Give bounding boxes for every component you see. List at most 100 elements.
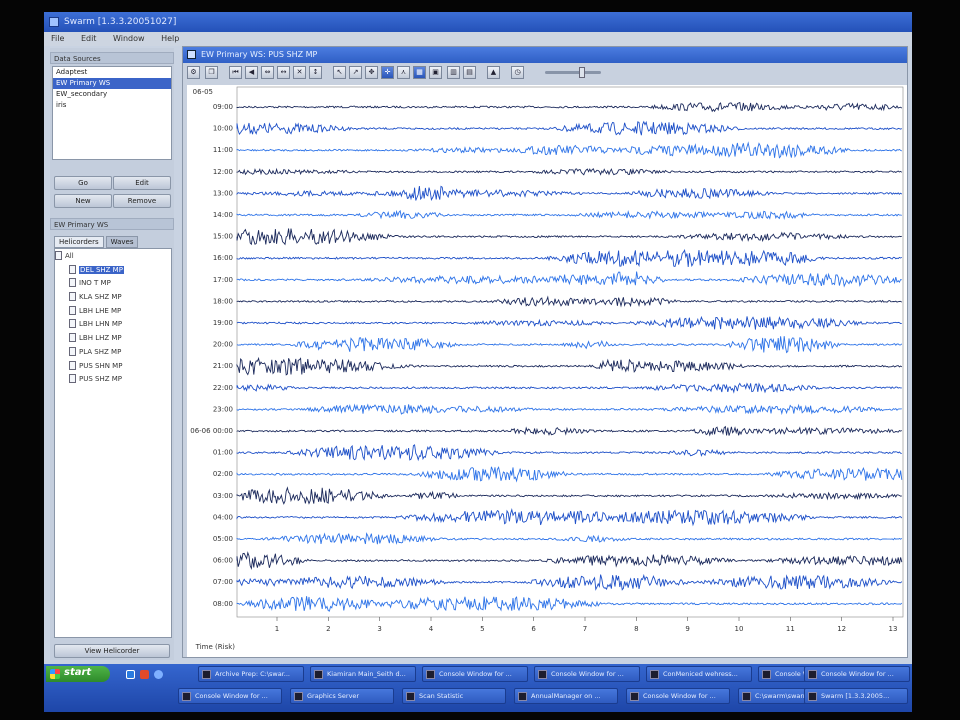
copy-icon[interactable]: ❐: [205, 66, 218, 79]
file-icon: [69, 278, 76, 288]
menu-window[interactable]: Window: [106, 32, 152, 43]
pick-tool-icon[interactable]: ✛: [381, 66, 394, 79]
console-icon: [518, 692, 527, 701]
taskbar-task[interactable]: Scan Statistic: [402, 688, 506, 704]
seismic-trace: [236, 336, 903, 354]
console-icon: [426, 670, 435, 679]
tab-waves[interactable]: Waves: [105, 236, 139, 248]
new-button[interactable]: New: [54, 194, 112, 208]
tree-item[interactable]: PLA SHZ MP: [55, 345, 171, 359]
console-icon: [202, 670, 211, 679]
taskbar-task[interactable]: ConMeniced wehress...: [646, 666, 752, 682]
helicorder-window: EW Primary WS: PUS SHZ MP ⚙ ❐ ⏮ ◀ ⇔ ↔ ✕ …: [182, 46, 908, 658]
tree-item[interactable]: LBH LHE MP: [55, 304, 171, 318]
data-source-item[interactable]: EW_secondary: [53, 89, 171, 100]
file-icon: [69, 264, 76, 274]
clip-icon[interactable]: ▦: [413, 66, 426, 79]
settings-icon[interactable]: ⚙: [187, 66, 200, 79]
taskbar-task[interactable]: Console Window for ...: [626, 688, 730, 704]
taskbar-task[interactable]: AnnualManager on ...: [514, 688, 618, 704]
taskbar-task[interactable]: Swarm [1.3.3.2005...: [804, 688, 908, 704]
row-time-label: 03:00: [213, 492, 233, 500]
image-icon[interactable]: ▲: [487, 66, 500, 79]
expand-icon[interactable]: ↔: [277, 66, 290, 79]
row-time-label: 07:00: [213, 578, 233, 586]
station-tree[interactable]: All DEL SHZ MP INO T MP KLA SHZ MP LBH L…: [54, 248, 172, 638]
flag-icon[interactable]: ▤: [463, 66, 476, 79]
tree-root[interactable]: All: [55, 249, 171, 263]
marker-icon[interactable]: ⋏: [397, 66, 410, 79]
tree-item[interactable]: KLA SHZ MP: [55, 290, 171, 304]
console-icon: [182, 692, 191, 701]
view-helicorder-button[interactable]: View Helicorder: [54, 644, 170, 658]
gain-slider[interactable]: [545, 71, 601, 74]
start-button[interactable]: start: [46, 666, 110, 682]
helicorder-titlebar[interactable]: EW Primary WS: PUS SHZ MP: [183, 47, 907, 63]
tree-item[interactable]: LBH LHN MP: [55, 317, 171, 331]
grid-icon[interactable]: ▥: [447, 66, 460, 79]
console-icon: [742, 692, 751, 701]
taskbar-task[interactable]: Archive Prep: C:\swar...: [198, 666, 304, 682]
zoom-in-x-icon[interactable]: ↕: [309, 66, 322, 79]
menu-help[interactable]: Help: [154, 32, 186, 43]
data-sources-list[interactable]: Adaptest EW Primary WS EW_secondary iris: [52, 66, 172, 160]
tab-helicorders[interactable]: Helicorders: [54, 236, 104, 248]
tree-item-selected[interactable]: DEL SHZ MP: [55, 263, 171, 277]
taskbar-task[interactable]: Graphics Server: [290, 688, 394, 704]
taskbar-task[interactable]: Kiamiran Main_Seith d...: [310, 666, 416, 682]
seismic-trace: [236, 209, 902, 221]
stations-label: EW Primary WS: [50, 218, 174, 230]
data-source-item[interactable]: iris: [53, 100, 171, 111]
taskbar-task[interactable]: Console Window for ...: [178, 688, 282, 704]
pan-tool-icon[interactable]: ✥: [365, 66, 378, 79]
console-icon: [630, 692, 639, 701]
tree-item[interactable]: PUS SHZ MP: [55, 372, 171, 386]
x-tick-label: 4: [429, 625, 434, 633]
file-icon: [69, 333, 76, 343]
x-tick-label: 11: [786, 625, 795, 633]
filter-icon[interactable]: ▣: [429, 66, 442, 79]
quicklaunch-browser-icon[interactable]: [154, 670, 163, 679]
compress-icon[interactable]: ⇔: [261, 66, 274, 79]
select-tool-icon[interactable]: ↖: [333, 66, 346, 79]
clock-icon[interactable]: ◷: [511, 66, 524, 79]
menu-edit[interactable]: Edit: [74, 32, 104, 43]
quicklaunch-app-icon[interactable]: [140, 670, 149, 679]
taskbar-task[interactable]: Console Window for ...: [422, 666, 528, 682]
zoom-tool-icon[interactable]: ↗: [349, 66, 362, 79]
remove-button[interactable]: Remove: [113, 194, 171, 208]
quicklaunch-desktop-icon[interactable]: [126, 670, 135, 679]
seismic-trace: [236, 425, 903, 437]
tree-item[interactable]: INO T MP: [55, 276, 171, 290]
taskbar: start Archive Prep: C:\swar... Kiamiran M…: [44, 664, 912, 712]
go-button[interactable]: Go: [54, 176, 112, 190]
data-source-item-selected[interactable]: EW Primary WS: [53, 78, 171, 89]
row-time-label: 19:00: [213, 319, 233, 327]
station-tabs: Helicorders Waves: [54, 236, 172, 248]
row-time-label: 06-06 00:00: [190, 427, 233, 435]
file-icon: [69, 360, 76, 370]
console-icon: [650, 670, 659, 679]
helicorder-plot[interactable]: 06-05 09:00 10:00 11:00 12:00 13:00 14:00 15:00…: [187, 85, 907, 657]
window-titlebar[interactable]: Swarm [1.3.3.20051027]: [44, 12, 912, 32]
seismic-trace: [236, 141, 902, 159]
tree-item[interactable]: PUS SHN MP: [55, 359, 171, 373]
file-icon: [69, 319, 76, 329]
tree-item[interactable]: LBH LHZ MP: [55, 331, 171, 345]
data-source-item[interactable]: Adaptest: [53, 67, 171, 78]
edit-button[interactable]: Edit: [113, 176, 171, 190]
zoom-out-x-icon[interactable]: ✕: [293, 66, 306, 79]
first-icon[interactable]: ⏮: [229, 66, 242, 79]
back-icon[interactable]: ◀: [245, 66, 258, 79]
data-sources-label: Data Sources: [50, 52, 174, 64]
file-icon: [69, 305, 76, 315]
x-tick-label: 8: [634, 625, 638, 633]
seismic-trace: [236, 532, 903, 545]
menu-file[interactable]: File: [44, 32, 71, 43]
taskbar-task[interactable]: Console Window for ...: [804, 666, 910, 682]
seismic-trace: [236, 596, 903, 612]
row-time-label: 18:00: [213, 297, 233, 305]
taskbar-task[interactable]: Console Window for ...: [534, 666, 640, 682]
gain-slider-thumb[interactable]: [579, 67, 585, 78]
helicorder-toolbar: ⚙ ❐ ⏮ ◀ ⇔ ↔ ✕ ↕ ↖ ↗ ✥ ✛ ⋏ ▦ ▣ ▥ ▤ ▲ ◷: [187, 65, 903, 81]
